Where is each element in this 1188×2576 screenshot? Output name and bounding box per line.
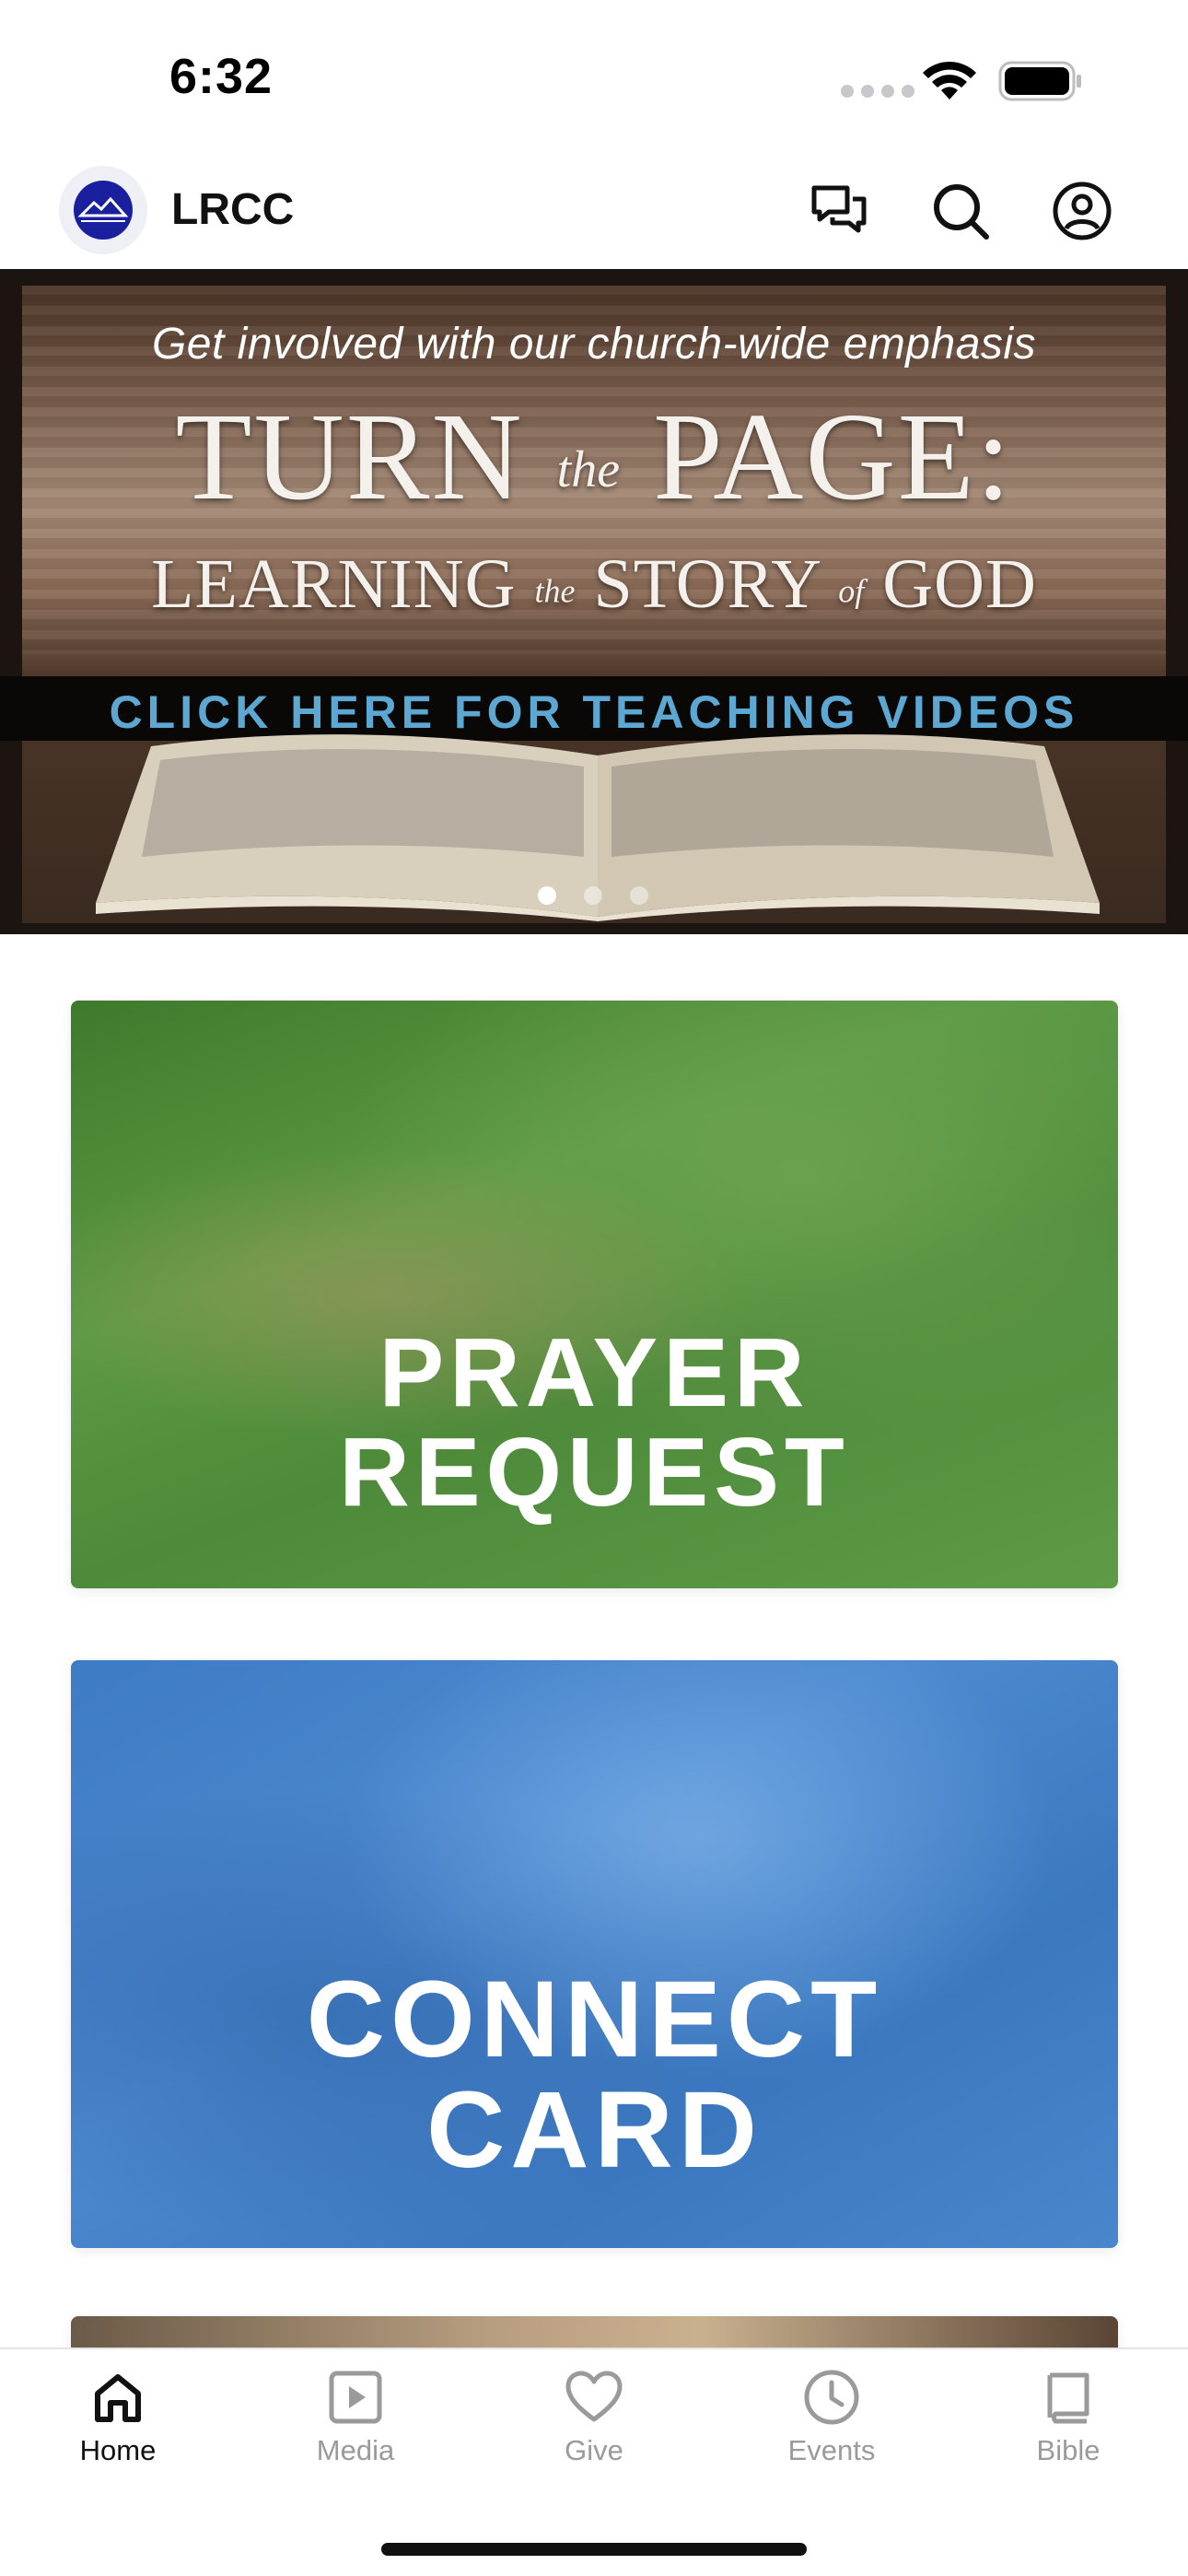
app-name: LRCC bbox=[171, 185, 295, 234]
media-icon bbox=[329, 2371, 382, 2424]
status-time: 6:32 bbox=[169, 49, 274, 104]
tab-bar: Home Media Give Events Bible bbox=[0, 2348, 1188, 2576]
tab-events[interactable]: Events bbox=[740, 2368, 924, 2467]
wifi-icon bbox=[923, 61, 976, 100]
card-title: CONNECT CARD bbox=[306, 1959, 883, 2192]
tab-bible[interactable]: Bible bbox=[976, 2368, 1160, 2467]
battery-icon bbox=[998, 61, 1081, 101]
banner-subtitle: LEARNING the STORY of GOD bbox=[151, 545, 1037, 623]
chat-icon[interactable] bbox=[807, 179, 871, 243]
book-icon bbox=[1047, 2372, 1089, 2424]
mountain-icon bbox=[77, 196, 129, 222]
banner-tagline: Get involved with our church-wide emphas… bbox=[151, 320, 1037, 369]
carousel-dot[interactable] bbox=[584, 886, 602, 905]
home-icon bbox=[95, 2374, 141, 2422]
card-title: PRAYER REQUEST bbox=[339, 1318, 850, 1528]
carousel-dots[interactable] bbox=[538, 886, 648, 905]
connect-card-card[interactable]: CONNECT CARD bbox=[71, 1660, 1118, 2248]
carousel-dot[interactable] bbox=[630, 886, 648, 905]
prayer-request-card[interactable]: PRAYER REQUEST bbox=[71, 1001, 1118, 1588]
tab-give[interactable]: Give bbox=[502, 2368, 686, 2467]
cellular-signal-icon bbox=[841, 85, 914, 98]
clock-icon bbox=[804, 2370, 859, 2425]
banner-title: TURN the PAGE: bbox=[175, 388, 1013, 526]
church-logo[interactable] bbox=[59, 166, 147, 254]
heart-icon bbox=[565, 2371, 623, 2422]
tab-media[interactable]: Media bbox=[263, 2368, 448, 2467]
banner-image: Get involved with our church-wide emphas… bbox=[0, 286, 1188, 923]
search-icon[interactable] bbox=[928, 179, 993, 243]
featured-banner[interactable]: Get involved with our church-wide emphas… bbox=[0, 269, 1188, 934]
app-header: LRCC bbox=[0, 157, 1188, 269]
profile-icon[interactable] bbox=[1050, 179, 1114, 243]
home-indicator[interactable] bbox=[381, 2543, 807, 2556]
carousel-dot[interactable] bbox=[538, 886, 556, 905]
status-bar: 6:32 bbox=[0, 0, 1188, 157]
tab-home[interactable]: Home bbox=[26, 2368, 210, 2467]
